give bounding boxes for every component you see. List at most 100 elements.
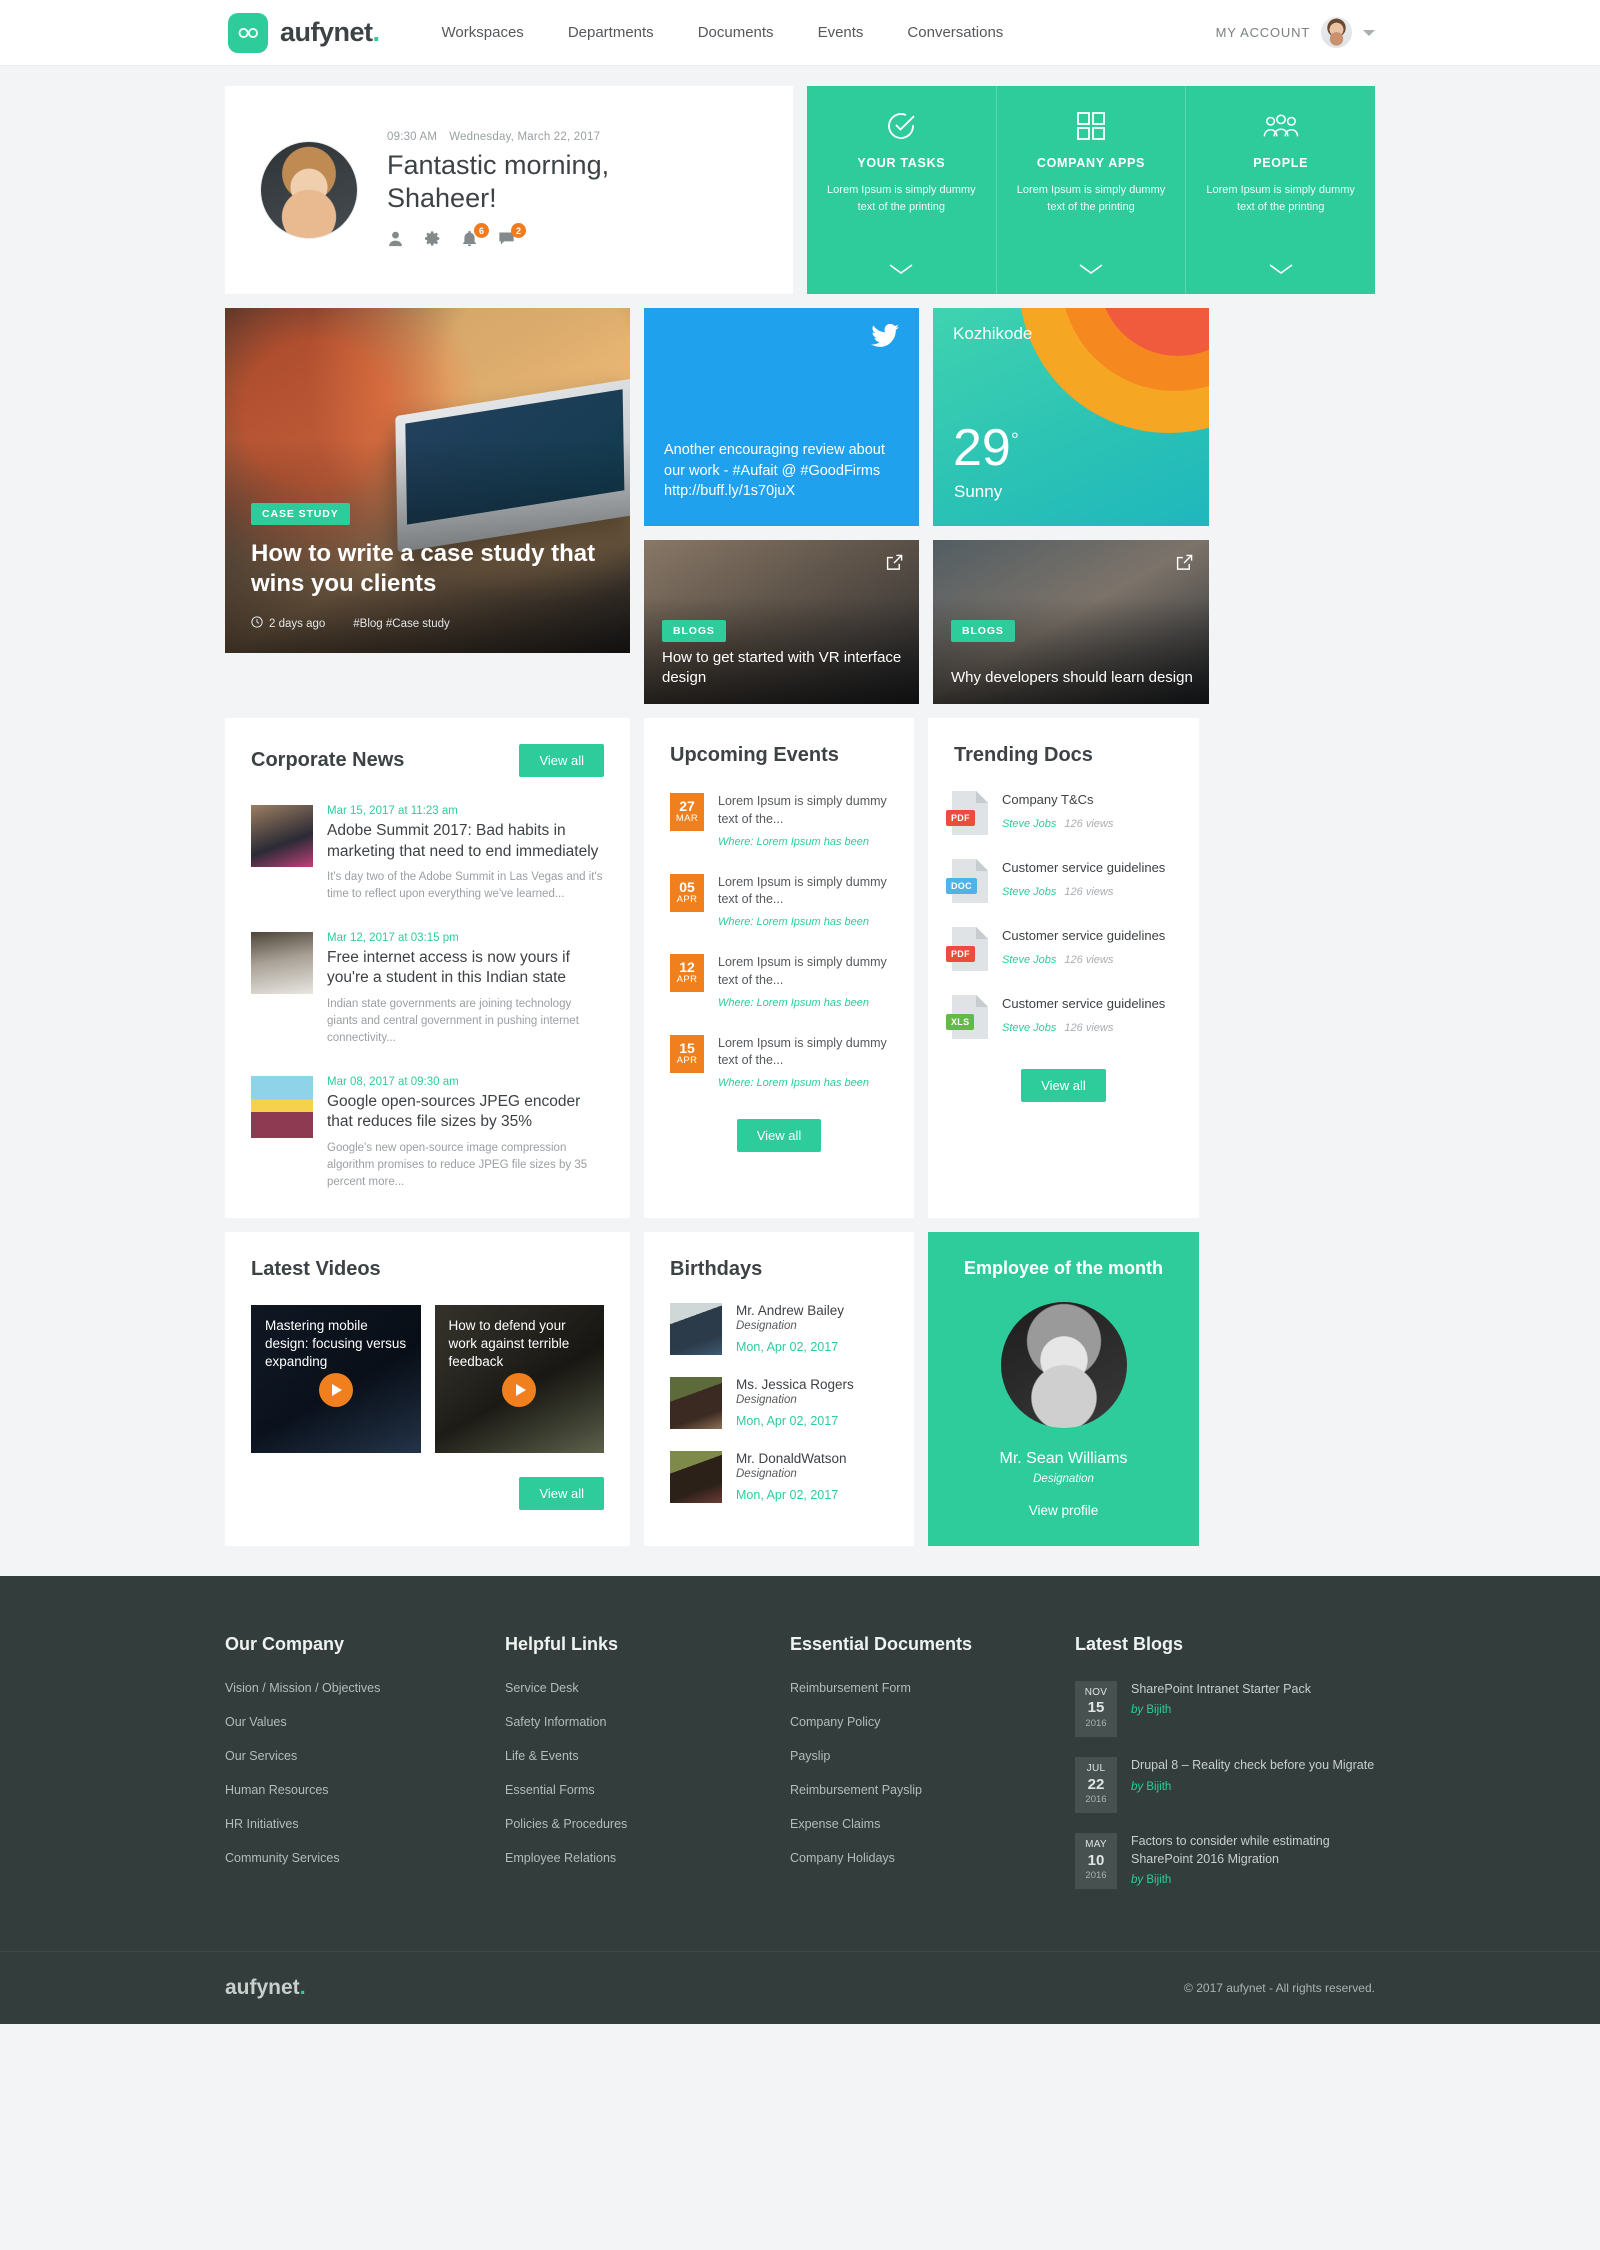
news-item[interactable]: Mar 15, 2017 at 11:23 am Adobe Summit 20… bbox=[251, 805, 604, 904]
docs-view-all-button[interactable]: View all bbox=[1021, 1069, 1106, 1102]
doc-views: 126 views bbox=[1064, 1022, 1114, 1035]
footer-link[interactable]: Safety Information bbox=[505, 1715, 790, 1729]
news-item[interactable]: Mar 08, 2017 at 09:30 am Google open-sou… bbox=[251, 1075, 604, 1192]
video-card[interactable]: How to defend your work against terrible… bbox=[434, 1304, 604, 1453]
doc-item[interactable]: DOC Customer service guidelines Steve Jo… bbox=[946, 859, 1177, 903]
footer-blog-item[interactable]: JUL 22 2016 Drupal 8 – Reality check bef… bbox=[1075, 1757, 1375, 1814]
event-location: Where: Lorem Ipsum has been bbox=[718, 1077, 870, 1089]
footer-link[interactable]: Community Services bbox=[225, 1851, 505, 1865]
doc-author: Steve Jobs bbox=[1002, 1022, 1057, 1035]
video-title: How to defend your work against terrible… bbox=[448, 1317, 570, 1370]
blog-card-design[interactable]: BLOGS Why developers should learn design bbox=[933, 540, 1209, 704]
video-card[interactable]: Mastering mobile design: focusing versus… bbox=[251, 1304, 421, 1453]
footer-link[interactable]: Essential Forms bbox=[505, 1783, 790, 1797]
my-account-menu[interactable]: MY ACCOUNT bbox=[1216, 17, 1375, 48]
tile-company-apps[interactable]: COMPANY APPS Lorem Ipsum is simply dummy… bbox=[995, 86, 1186, 294]
play-icon[interactable] bbox=[318, 1373, 353, 1408]
chevron-down-icon[interactable] bbox=[888, 262, 914, 280]
footer-link[interactable]: HR Initiatives bbox=[225, 1817, 505, 1831]
news-title: Free internet access is now yours if you… bbox=[327, 948, 570, 987]
footer-link[interactable]: Employee Relations bbox=[505, 1851, 790, 1865]
page-root: aufynet. Workspaces Departments Document… bbox=[0, 0, 1600, 2025]
weather-city: Kozhikode bbox=[953, 324, 1033, 343]
footer-link[interactable]: Reimbursement Payslip bbox=[790, 1783, 1075, 1797]
doc-item[interactable]: PDF Company T&Cs Steve Jobs 126 views bbox=[946, 791, 1177, 835]
footer-link[interactable]: Our Values bbox=[225, 1715, 505, 1729]
news-title: Adobe Summit 2017: Bad habits in marketi… bbox=[327, 822, 599, 860]
external-link-icon[interactable] bbox=[886, 554, 903, 576]
news-thumbnail bbox=[251, 1075, 313, 1138]
messages-chat-icon[interactable]: 2 bbox=[498, 223, 526, 249]
weather-widget: Kozhikode 29° Sunny bbox=[933, 308, 1209, 526]
doc-author: Steve Jobs bbox=[1002, 818, 1057, 831]
view-profile-link[interactable]: View profile bbox=[1029, 1503, 1099, 1518]
chevron-down-icon[interactable] bbox=[1268, 262, 1294, 280]
news-date: Mar 08, 2017 at 09:30 am bbox=[327, 1075, 459, 1088]
blog-date-badge: NOV 15 2016 bbox=[1075, 1680, 1117, 1738]
upcoming-events-panel: Upcoming Events 27 MAR Lorem Ipsum is sim… bbox=[644, 718, 914, 1218]
site-header: aufynet. Workspaces Departments Document… bbox=[0, 0, 1600, 66]
pdf-file-icon: PDF bbox=[946, 927, 988, 971]
tile-people[interactable]: PEOPLE Lorem Ipsum is simply dummy text … bbox=[1185, 86, 1375, 294]
footer-column-latest-blogs: Latest Blogs NOV 15 2016 SharePoint Intr… bbox=[1075, 1634, 1375, 1909]
news-view-all-button[interactable]: View all bbox=[519, 744, 604, 777]
doc-type-badge: DOC bbox=[946, 878, 977, 894]
footer-link[interactable]: Payslip bbox=[790, 1749, 1075, 1763]
user-avatar bbox=[261, 142, 357, 238]
doc-item[interactable]: PDF Customer service guidelines Steve Jo… bbox=[946, 927, 1177, 971]
person-designation: Designation bbox=[1033, 1472, 1094, 1485]
footer-link[interactable]: Service Desk bbox=[505, 1681, 790, 1695]
news-item[interactable]: Mar 12, 2017 at 03:15 pm Free internet a… bbox=[251, 931, 604, 1048]
copyright-text: © 2017 aufynet - All rights reserved. bbox=[1184, 1981, 1375, 1996]
person-designation: Designation bbox=[736, 1393, 797, 1406]
doc-item[interactable]: XLS Customer service guidelines Steve Jo… bbox=[946, 995, 1177, 1039]
latest-videos-panel: Latest Videos Mastering mobile design: f… bbox=[225, 1231, 630, 1546]
notifications-bell-icon[interactable]: 6 bbox=[461, 223, 489, 249]
tile-subtitle: Lorem Ipsum is simply dummy text of the … bbox=[827, 184, 976, 213]
person-name: Mr. DonaldWatson bbox=[736, 1450, 847, 1466]
people-group-icon bbox=[1263, 110, 1299, 142]
doc-title: Customer service guidelines bbox=[1002, 860, 1166, 875]
settings-gear-icon[interactable] bbox=[424, 230, 443, 249]
news-description: Indian state governments are joining tec… bbox=[327, 997, 579, 1045]
brand-logo[interactable]: aufynet. bbox=[228, 12, 380, 53]
footer-blog-item[interactable]: MAY 10 2016 Factors to consider while es… bbox=[1075, 1833, 1375, 1890]
footer-blog-item[interactable]: NOV 15 2016 SharePoint Intranet Starter … bbox=[1075, 1680, 1375, 1738]
hero-case-study-card[interactable]: CASE STUDY How to write a case study tha… bbox=[225, 308, 630, 653]
doc-type-badge: XLS bbox=[946, 1014, 975, 1030]
footer-link[interactable]: Vision / Mission / Objectives bbox=[225, 1681, 505, 1695]
footer-bottom-bar: aufynet. © 2017 aufynet - All rights res… bbox=[0, 1951, 1600, 2025]
event-item[interactable]: 15 APR Lorem Ipsum is simply dummy text o… bbox=[670, 1034, 892, 1089]
profile-icon[interactable] bbox=[387, 230, 406, 249]
feature-row: CASE STUDY How to write a case study tha… bbox=[225, 308, 1375, 704]
footer-link[interactable]: Our Services bbox=[225, 1749, 505, 1763]
videos-view-all-button[interactable]: View all bbox=[519, 1476, 604, 1510]
footer-link[interactable]: Company Policy bbox=[790, 1715, 1075, 1729]
event-item[interactable]: 05 APR Lorem Ipsum is simply dummy text o… bbox=[670, 873, 892, 928]
events-view-all-button[interactable]: View all bbox=[736, 1119, 822, 1152]
birthday-item[interactable]: Ms. Jessica Rogers Designation Mon, Apr … bbox=[670, 1376, 888, 1429]
nav-item-departments[interactable]: Departments bbox=[568, 24, 654, 41]
event-item[interactable]: 27 MAR Lorem Ipsum is simply dummy text o… bbox=[670, 793, 892, 848]
nav-item-documents[interactable]: Documents bbox=[698, 24, 774, 41]
birthday-item[interactable]: Mr. DonaldWatson Designation Mon, Apr 02… bbox=[670, 1450, 888, 1503]
footer-link[interactable]: Expense Claims bbox=[790, 1817, 1075, 1831]
footer-brand[interactable]: aufynet. bbox=[225, 1976, 306, 2000]
birthday-item[interactable]: Mr. Andrew Bailey Designation Mon, Apr 0… bbox=[670, 1302, 888, 1355]
nav-item-conversations[interactable]: Conversations bbox=[907, 24, 1003, 41]
footer-link[interactable]: Reimbursement Form bbox=[790, 1681, 1075, 1695]
event-item[interactable]: 12 APR Lorem Ipsum is simply dummy text o… bbox=[670, 954, 892, 1009]
footer-link[interactable]: Company Holidays bbox=[790, 1851, 1075, 1865]
external-link-icon[interactable] bbox=[1176, 554, 1193, 576]
play-icon[interactable] bbox=[502, 1373, 537, 1408]
footer-link[interactable]: Life & Events bbox=[505, 1749, 790, 1763]
hero-meta: 2 days ago #Blog #Case study bbox=[251, 616, 606, 631]
nav-item-events[interactable]: Events bbox=[818, 24, 864, 41]
blog-card-vr[interactable]: BLOGS How to get started with VR interfa… bbox=[644, 540, 919, 704]
footer-link[interactable]: Policies & Procedures bbox=[505, 1817, 790, 1831]
twitter-feed-card[interactable]: Another encouraging review about our wor… bbox=[644, 308, 919, 526]
tile-your-tasks[interactable]: YOUR TASKS Lorem Ipsum is simply dummy t… bbox=[807, 86, 996, 294]
chevron-down-icon[interactable] bbox=[1078, 262, 1104, 280]
footer-link[interactable]: Human Resources bbox=[225, 1783, 505, 1797]
nav-item-workspaces[interactable]: Workspaces bbox=[442, 24, 524, 41]
